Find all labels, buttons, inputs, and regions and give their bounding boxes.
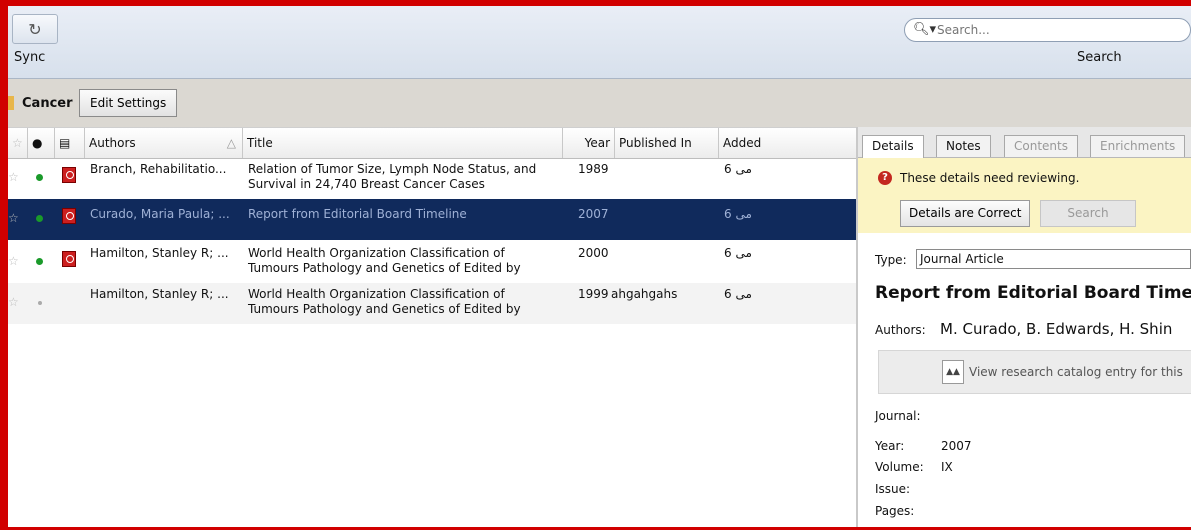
details-pane: Details Notes Contents Enrichments ? The…: [858, 127, 1191, 527]
authors-value[interactable]: M. Curado, B. Edwards, H. Shin: [940, 320, 1172, 338]
star-icon[interactable]: ☆: [8, 295, 19, 309]
row-authors: Curado, Maria Paula; ...: [90, 207, 230, 221]
dot-icon: ●: [32, 136, 43, 150]
issue-label: Issue:: [875, 482, 911, 496]
star-icon[interactable]: ☆: [8, 254, 19, 268]
year-column-header[interactable]: Year: [563, 128, 615, 158]
unread-dot-icon[interactable]: [36, 258, 43, 265]
authors-label: Authors:: [875, 323, 926, 337]
year-value[interactable]: 2007: [941, 439, 972, 453]
row-authors: Hamilton, Stanley R; ...: [90, 287, 229, 301]
list-header: ☆ ● ▤ Authors △ Title Year Published In …: [8, 127, 856, 159]
star-icon[interactable]: ☆: [8, 211, 19, 225]
sort-ascending-icon: △: [226, 136, 236, 150]
sync-label: Sync: [14, 50, 46, 65]
table-row-selected[interactable]: ☆ Curado, Maria Paula; ... Report from E…: [8, 199, 856, 240]
title-column-header[interactable]: Title: [243, 128, 563, 158]
detail-tabs: Details Notes Contents Enrichments: [858, 127, 1191, 158]
row-year: 1999: [578, 287, 609, 301]
document-icon: ▤: [59, 136, 71, 150]
table-row[interactable]: ☆ Branch, Rehabilitatio... Relation of T…: [8, 158, 856, 199]
volume-label: Volume:: [875, 460, 924, 474]
row-title: Relation of Tumor Size, Lymph Node Statu…: [248, 162, 537, 191]
folder-icon: [8, 96, 14, 110]
pdf-icon[interactable]: [62, 167, 76, 183]
pdf-icon[interactable]: [62, 251, 76, 267]
volume-value[interactable]: IX: [941, 460, 953, 474]
search-label: Search: [1077, 50, 1122, 65]
row-authors: Branch, Rehabilitatio...: [90, 162, 227, 176]
row-added: 6 مى: [724, 162, 752, 176]
row-title: Report from Editorial Board Timeline: [248, 207, 467, 221]
row-added: 6 مى: [724, 207, 752, 221]
tab-details[interactable]: Details: [862, 135, 924, 158]
read-status-column-header[interactable]: ●: [28, 128, 55, 158]
tab-notes[interactable]: Notes: [936, 135, 991, 157]
collection-name: Cancer: [22, 96, 73, 111]
review-message: These details need reviewing.: [900, 171, 1080, 185]
catalog-link-text: View research catalog entry for this: [969, 365, 1183, 379]
toolbar: ↻ Sync 🔍︎▾ Search: [8, 6, 1191, 79]
search-input[interactable]: [935, 22, 1179, 38]
search-icon[interactable]: 🔍︎▾: [913, 22, 936, 37]
added-column-header[interactable]: Added: [719, 128, 856, 158]
catalog-icon: ▲▲: [942, 360, 964, 384]
type-select[interactable]: Journal Article: [916, 249, 1191, 269]
year-label: Year:: [875, 439, 905, 453]
sync-button[interactable]: ↻: [12, 14, 58, 44]
authors-column-header[interactable]: Authors △: [85, 128, 243, 158]
collection-bar: Cancer Edit Settings: [8, 79, 1191, 127]
read-dot-icon[interactable]: [38, 301, 42, 305]
row-year: 2000: [578, 246, 609, 260]
row-year: 1989: [578, 162, 609, 176]
row-authors: Hamilton, Stanley R; ...: [90, 246, 229, 260]
tab-contents[interactable]: Contents: [1004, 135, 1078, 157]
row-year: 2007: [578, 207, 609, 221]
table-row[interactable]: ☆ Hamilton, Stanley R; ... World Health …: [8, 283, 856, 324]
catalog-entry-link[interactable]: ▲▲ View research catalog entry for this: [878, 350, 1191, 394]
published-in-column-header[interactable]: Published In: [615, 128, 719, 158]
row-title: World Health Organization Classification…: [248, 246, 521, 275]
question-icon: ?: [878, 171, 892, 185]
tab-enrichments[interactable]: Enrichments: [1090, 135, 1186, 157]
journal-label: Journal:: [875, 409, 921, 423]
review-banner: ? These details need reviewing. Details …: [858, 158, 1191, 233]
row-published-in: ahgahgahs: [611, 287, 678, 301]
row-added: 6 مى: [724, 287, 752, 301]
pdf-icon[interactable]: [62, 208, 76, 224]
unread-dot-icon[interactable]: [36, 174, 43, 181]
row-title: World Health Organization Classification…: [248, 287, 521, 316]
refresh-icon: ↻: [28, 19, 42, 39]
pages-label: Pages:: [875, 504, 915, 518]
row-added: 6 مى: [724, 246, 752, 260]
type-label: Type:: [875, 253, 907, 267]
file-column-header[interactable]: ▤: [55, 128, 85, 158]
unread-dot-icon[interactable]: [36, 215, 43, 222]
document-title[interactable]: Report from Editorial Board Time: [875, 283, 1191, 303]
favorite-column-header[interactable]: ☆: [8, 128, 28, 158]
star-icon: ☆: [12, 136, 23, 150]
authors-header-label: Authors: [89, 136, 136, 150]
star-icon[interactable]: ☆: [8, 170, 19, 184]
edit-settings-button[interactable]: Edit Settings: [79, 89, 178, 117]
details-correct-button[interactable]: Details are Correct: [900, 200, 1031, 227]
search-box[interactable]: 🔍︎▾: [904, 18, 1191, 42]
document-list: ☆ ● ▤ Authors △ Title Year Published In …: [8, 127, 856, 527]
table-row[interactable]: ☆ Hamilton, Stanley R; ... World Health …: [8, 242, 856, 283]
search-details-button[interactable]: Search: [1040, 200, 1136, 227]
